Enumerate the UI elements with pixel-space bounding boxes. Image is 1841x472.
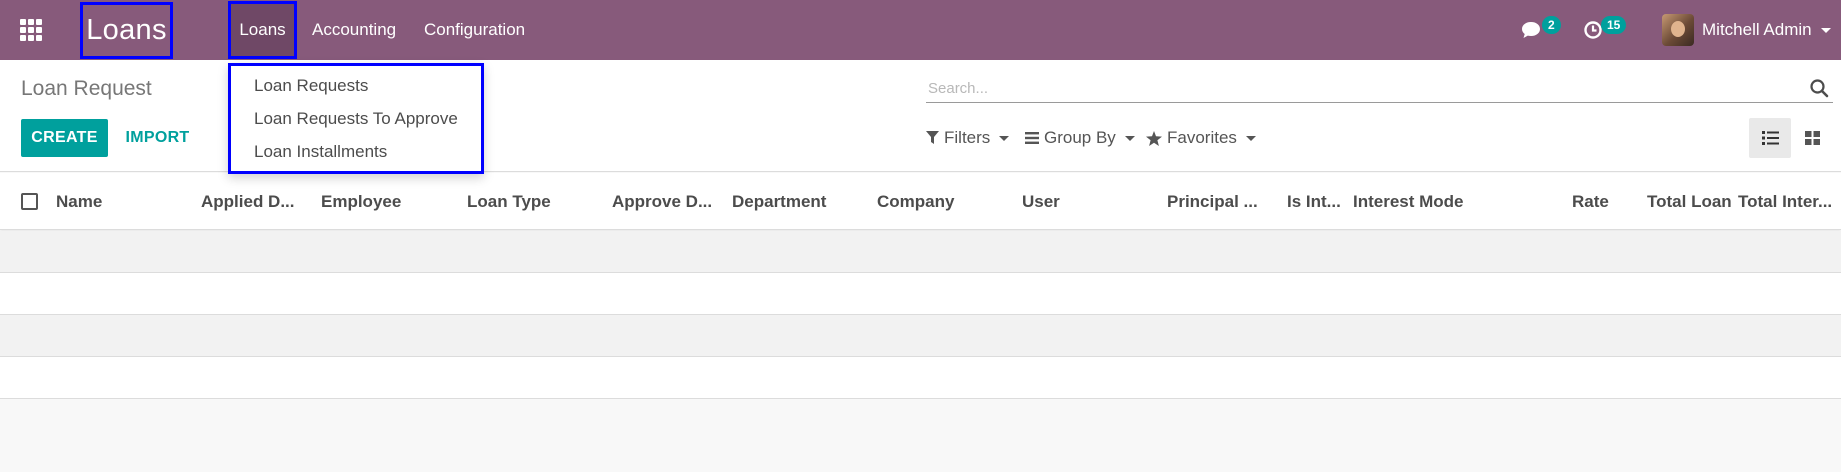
messages-count-badge: 2 xyxy=(1542,16,1561,34)
table-header: Name Applied D... Employee Loan Type App… xyxy=(0,173,1841,230)
table-row xyxy=(0,315,1841,357)
star-icon xyxy=(1146,130,1162,146)
favorites-dropdown[interactable]: Favorites xyxy=(1146,118,1256,158)
menu-configuration[interactable]: Configuration xyxy=(424,0,525,60)
activities-count-badge: 15 xyxy=(1601,16,1627,34)
avatar xyxy=(1662,14,1694,46)
user-name: Mitchell Admin xyxy=(1702,20,1812,39)
group-by-dropdown[interactable]: Group By xyxy=(1025,118,1135,158)
chevron-down-icon xyxy=(1245,135,1256,141)
list-view-button[interactable] xyxy=(1749,118,1791,158)
column-header-is-interest[interactable]: Is Int... xyxy=(1287,173,1341,230)
column-header-company[interactable]: Company xyxy=(877,173,954,230)
group-by-label: Group By xyxy=(1044,128,1116,147)
column-header-department[interactable]: Department xyxy=(732,173,826,230)
import-button[interactable]: IMPORT xyxy=(115,119,200,157)
clock-icon xyxy=(1584,21,1602,39)
dropdown-item-loan-requests-to-approve[interactable]: Loan Requests To Approve xyxy=(254,109,458,129)
chevron-down-icon xyxy=(999,135,1010,141)
chevron-down-icon xyxy=(1124,135,1135,141)
dropdown-item-loan-installments[interactable]: Loan Installments xyxy=(254,142,387,162)
column-header-loan-type[interactable]: Loan Type xyxy=(467,173,551,230)
user-menu[interactable]: Mitchell Admin xyxy=(1662,0,1831,60)
menu-loans[interactable]: Loans xyxy=(228,1,297,59)
column-header-name[interactable]: Name xyxy=(56,173,102,230)
table-row xyxy=(0,357,1841,399)
column-header-total-loan[interactable]: Total Loan xyxy=(1647,173,1732,230)
chat-icon xyxy=(1522,22,1540,38)
filters-dropdown[interactable]: Filters xyxy=(926,118,1010,158)
search-icon[interactable] xyxy=(1809,78,1829,98)
table-row xyxy=(0,273,1841,315)
apps-grid-icon[interactable] xyxy=(20,19,44,41)
column-header-approve-date[interactable]: Approve D... xyxy=(612,173,712,230)
loans-dropdown-menu: Loan Requests Loan Requests To Approve L… xyxy=(228,63,484,174)
create-button[interactable]: CREATE xyxy=(21,119,108,157)
chevron-down-icon xyxy=(1820,27,1831,33)
filters-label: Filters xyxy=(944,128,991,147)
column-header-principal[interactable]: Principal ... xyxy=(1167,173,1258,230)
column-header-employee[interactable]: Employee xyxy=(321,173,401,230)
app-brand[interactable]: Loans xyxy=(80,2,173,59)
search-bar xyxy=(926,75,1833,103)
column-header-interest-mode[interactable]: Interest Mode xyxy=(1353,173,1464,230)
column-header-rate[interactable]: Rate xyxy=(1572,173,1609,230)
activities-button[interactable]: 15 xyxy=(1583,0,1627,60)
select-all-checkbox[interactable] xyxy=(21,193,38,210)
kanban-view-icon xyxy=(1804,131,1820,145)
top-navbar: Loans Loans Accounting Configuration 2 1… xyxy=(0,0,1841,60)
favorites-label: Favorites xyxy=(1167,128,1237,147)
filter-icon xyxy=(926,131,939,145)
messages-button[interactable]: 2 xyxy=(1520,0,1561,60)
column-header-total-interest[interactable]: Total Inter... xyxy=(1738,173,1832,230)
table-row xyxy=(0,231,1841,273)
search-input[interactable] xyxy=(926,75,1786,101)
page-title: Loan Request xyxy=(21,77,152,100)
column-header-applied-date[interactable]: Applied D... xyxy=(201,173,295,230)
menu-accounting[interactable]: Accounting xyxy=(312,0,396,60)
list-view-icon xyxy=(1761,131,1779,145)
dropdown-item-loan-requests[interactable]: Loan Requests xyxy=(254,76,368,96)
list-icon xyxy=(1025,132,1039,144)
column-header-user[interactable]: User xyxy=(1022,173,1060,230)
kanban-view-button[interactable] xyxy=(1791,118,1833,158)
